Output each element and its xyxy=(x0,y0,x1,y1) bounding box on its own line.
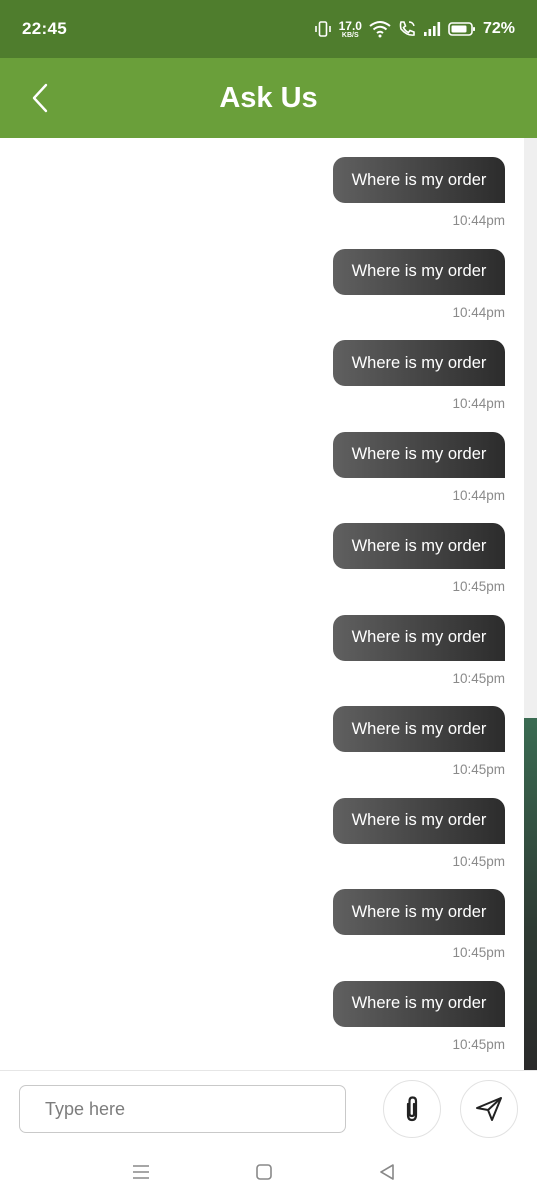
chevron-left-icon xyxy=(32,83,48,113)
message-bubble[interactable]: Where is my order xyxy=(333,248,505,295)
status-time: 22:45 xyxy=(22,19,67,38)
message-item: Where is my order 10:44pm xyxy=(205,431,505,524)
attach-button[interactable] xyxy=(383,1080,441,1138)
home-button[interactable] xyxy=(249,1159,279,1185)
wifi-calling-icon xyxy=(398,20,416,38)
message-time: 10:44pm xyxy=(452,213,505,228)
system-nav-bar xyxy=(0,1146,537,1200)
net-speed-value: 17.0 xyxy=(338,18,362,33)
message-list: Where is my order 10:44pm Where is my or… xyxy=(205,157,505,1070)
message-bubble[interactable]: Where is my order xyxy=(333,797,505,844)
status-icons: 17.0 KB/S 72% xyxy=(314,20,515,39)
message-bubble[interactable]: Where is my order xyxy=(333,889,505,935)
nav-back-button[interactable] xyxy=(372,1159,402,1185)
status-bar: 22:45 17.0 KB/S 72% xyxy=(0,0,537,58)
wifi-icon xyxy=(369,20,391,38)
message-item: Where is my order 10:45pm xyxy=(205,797,505,890)
message-item: Where is my order 10:45pm xyxy=(205,523,505,615)
menu-button[interactable] xyxy=(126,1159,156,1185)
signal-icon xyxy=(423,21,441,37)
message-bubble[interactable]: Where is my order xyxy=(333,980,505,1027)
message-bubble[interactable]: Where is my order xyxy=(333,340,505,386)
message-time: 10:45pm xyxy=(452,579,505,594)
send-button[interactable] xyxy=(460,1080,518,1138)
back-icon xyxy=(380,1164,394,1180)
message-time: 10:45pm xyxy=(452,670,505,686)
message-bubble[interactable]: Where is my order xyxy=(333,523,505,569)
message-input[interactable] xyxy=(19,1085,346,1133)
message-time: 10:45pm xyxy=(452,945,505,960)
app-bar: Ask Us xyxy=(0,58,537,138)
message-item: Where is my order 10:45pm xyxy=(205,889,505,981)
message-item: Where is my order 10:45pm xyxy=(205,614,505,707)
message-time: 10:44pm xyxy=(452,487,505,503)
message-bubble[interactable]: Where is my order xyxy=(333,706,505,752)
home-icon xyxy=(256,1164,272,1180)
message-time: 10:44pm xyxy=(452,396,505,411)
net-speed-unit: KB/S xyxy=(341,31,359,39)
battery-percent: 72% xyxy=(482,20,515,37)
send-icon xyxy=(476,1097,502,1121)
message-time: 10:45pm xyxy=(452,762,505,777)
message-bubble[interactable]: Where is my order xyxy=(333,431,505,478)
message-item: Where is my order 10:45pm xyxy=(205,706,505,798)
message-time: 10:45pm xyxy=(452,1036,505,1052)
chat-messages[interactable]: Where is my order 10:44pm Where is my or… xyxy=(0,138,537,1070)
vibrate-icon xyxy=(314,20,332,38)
net-speed: 17.0 KB/S xyxy=(339,20,362,39)
message-item: Where is my order 10:44pm xyxy=(205,248,505,341)
back-button[interactable] xyxy=(22,80,58,116)
message-time: 10:44pm xyxy=(452,304,505,320)
message-item: Where is my order 10:44pm xyxy=(205,340,505,432)
paperclip-icon xyxy=(406,1096,418,1122)
battery-icon xyxy=(448,21,476,37)
message-item: Where is my order 10:44pm xyxy=(205,157,505,249)
message-time: 10:45pm xyxy=(452,853,505,869)
message-bubble[interactable]: Where is my order xyxy=(333,614,505,661)
scrollbar-thumb[interactable] xyxy=(524,718,537,1070)
message-composer xyxy=(0,1070,537,1146)
message-bubble[interactable]: Where is my order xyxy=(333,157,505,203)
page-title: Ask Us xyxy=(219,81,318,114)
menu-icon xyxy=(133,1165,149,1179)
message-item: Where is my order 10:45pm xyxy=(205,980,505,1071)
